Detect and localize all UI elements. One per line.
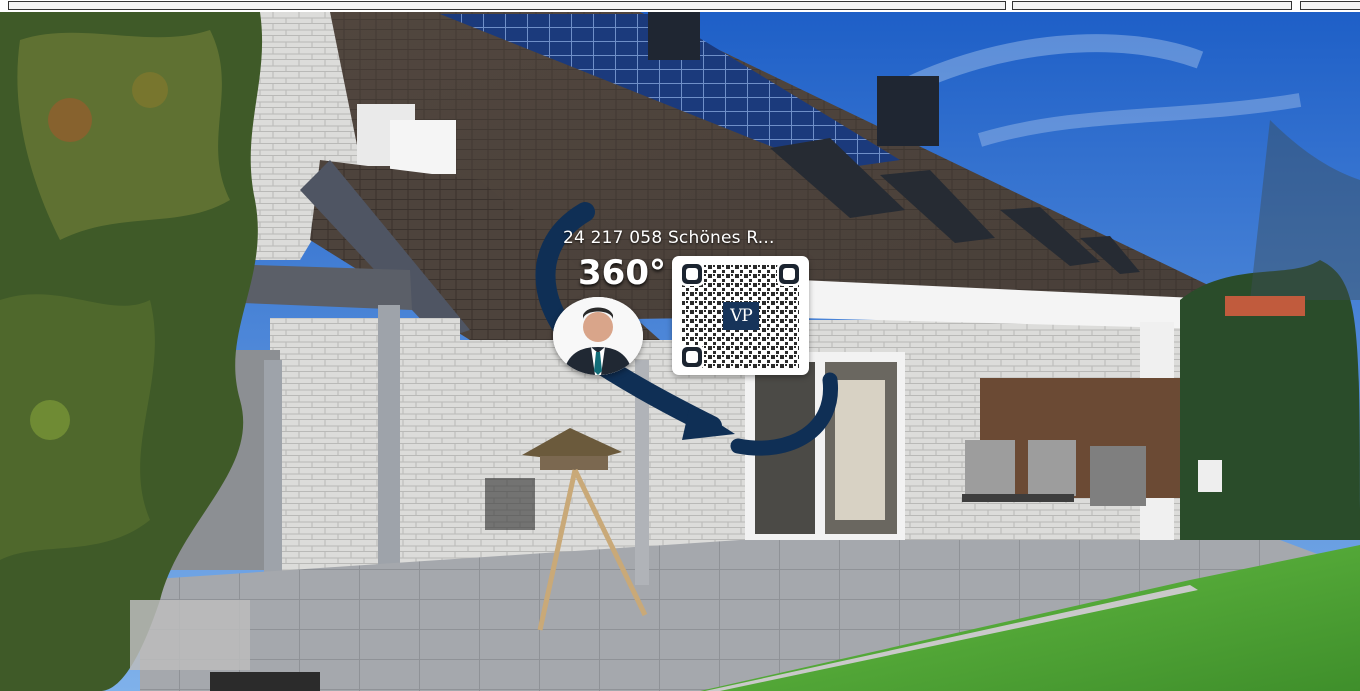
avatar [553, 297, 643, 375]
badge-360: 360° [578, 253, 666, 293]
listing-title: 24 217 058 Schönes R... [563, 228, 775, 248]
vp-logo: VP [723, 302, 759, 330]
agent-portrait [553, 297, 643, 375]
